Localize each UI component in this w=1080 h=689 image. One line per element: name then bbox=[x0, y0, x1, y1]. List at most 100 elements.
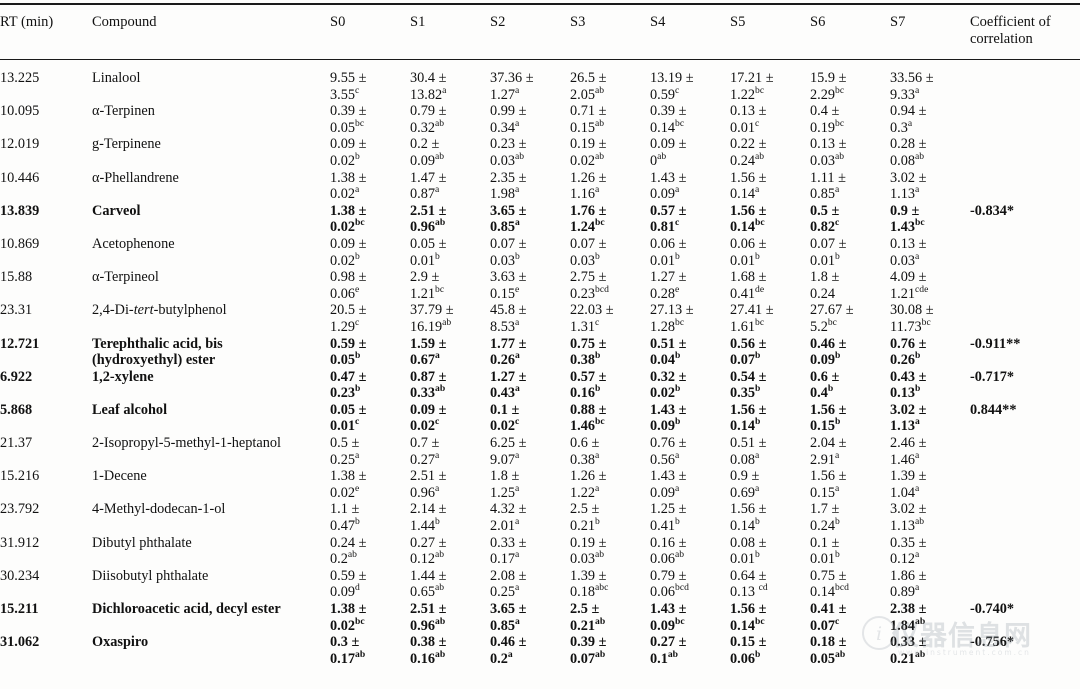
value-mean: 0.1 ± bbox=[490, 401, 520, 418]
value-sd: 0.28e bbox=[650, 283, 680, 302]
cell-s0: 1.38 ±0.02a bbox=[330, 170, 410, 203]
value-mean: 0.06 ± bbox=[650, 235, 687, 252]
significance-letters: ab bbox=[595, 118, 605, 130]
value-mean: 2.14 ± bbox=[410, 501, 447, 518]
value-sd: 0.14b bbox=[730, 516, 760, 535]
value-sd: 0.01b bbox=[810, 549, 840, 568]
value-sd: 0.85a bbox=[490, 615, 520, 634]
cell-s2: 3.65 ±0.85a bbox=[490, 203, 570, 236]
value-sd: 0.09a bbox=[650, 483, 680, 501]
cell-s5: 0.9 ±0.69a bbox=[730, 468, 810, 501]
cell-s5: 1.68 ±0.41de bbox=[730, 269, 810, 302]
table-row: 10.095 α-Terpinen 0.39 ±0.05bc 0.79 ±0.32ab… bbox=[0, 103, 1080, 136]
value-mean: 4.32 ± bbox=[490, 501, 527, 518]
value-mean: 1.56 ± bbox=[810, 468, 847, 485]
cell-rt: 23.792 bbox=[0, 501, 40, 518]
value-sd: 0.02ab bbox=[570, 151, 605, 169]
significance-letters: b bbox=[755, 549, 760, 561]
value-mean: 2.35 ± bbox=[490, 169, 527, 186]
cell-s0: 0.39 ±0.05bc bbox=[330, 103, 410, 136]
cell-s4: 0.79 ±0.06bcd bbox=[650, 568, 730, 601]
value-mean: 0.09 ± bbox=[330, 136, 367, 153]
cell-s2: 0.07 ±0.03b bbox=[490, 236, 570, 269]
cell-s1: 0.87 ±0.33ab bbox=[410, 369, 490, 402]
value-sd: 0.96ab bbox=[410, 217, 446, 236]
value-sd: 0.14bc bbox=[650, 118, 685, 136]
cell-rt: 15.211 bbox=[0, 601, 39, 617]
value-mean: 0.98 ± bbox=[330, 269, 367, 286]
value-mean: 0.13 ± bbox=[730, 103, 767, 120]
cell-s7: 3.02 ±1.13a bbox=[890, 170, 970, 203]
value-mean: 0.9 ± bbox=[730, 468, 760, 485]
cell-coefficient bbox=[970, 535, 1080, 568]
value-sd: 0.15a bbox=[810, 483, 840, 501]
cell-s7: 0.13 ±0.03a bbox=[890, 236, 970, 269]
value-mean: 0.32 ± bbox=[650, 368, 687, 385]
value-sd: 0.26b bbox=[890, 350, 921, 369]
cell-s6: 15.9 ±2.29bc bbox=[810, 60, 890, 104]
value-sd: 0.24 bbox=[810, 285, 836, 302]
table-row: 30.234 Diisobutyl phthalate 0.59 ±0.09d 1.4… bbox=[0, 568, 1080, 601]
cell-s4: 1.43 ±0.09a bbox=[650, 170, 730, 203]
cell-coefficient: -0.756* bbox=[970, 634, 1015, 651]
value-mean: 1.27 ± bbox=[490, 368, 527, 385]
cell-coefficient: 0.844** bbox=[970, 401, 1017, 418]
significance-letters: ab bbox=[435, 649, 446, 661]
value-mean: 0.51 ± bbox=[650, 335, 687, 352]
table-row: 10.869 Acetophenone 0.09 ±0.02b 0.05 ±0.01b… bbox=[0, 236, 1080, 269]
value-mean: 0.88 ± bbox=[570, 401, 607, 418]
value-mean: 27.67 ± bbox=[810, 302, 854, 319]
significance-letters: bc bbox=[355, 615, 365, 627]
value-sd: 0.2ab bbox=[330, 549, 357, 568]
column-header-compound: Compound bbox=[92, 3, 330, 60]
value-sd: 1.84ab bbox=[890, 615, 926, 634]
cell-coefficient bbox=[970, 568, 1080, 601]
significance-letters: cde bbox=[915, 283, 929, 295]
value-mean: 2.51 ± bbox=[410, 468, 447, 485]
cell-s0: 0.5 ±0.25a bbox=[330, 435, 410, 468]
value-sd: 0.35b bbox=[730, 383, 761, 402]
cell-coefficient: -0.911** bbox=[970, 335, 1021, 352]
value-mean: 0.05 ± bbox=[410, 235, 447, 252]
value-mean: 45.8 ± bbox=[490, 302, 527, 319]
value-mean: 6.25 ± bbox=[490, 435, 527, 452]
value-mean: 1.38 ± bbox=[330, 202, 367, 219]
cell-s1: 0.2 ±0.09ab bbox=[410, 136, 490, 169]
cell-rt: 12.721 bbox=[0, 335, 40, 352]
cell-compound: g-Terpinene bbox=[92, 136, 161, 153]
value-sd: 0.09b bbox=[650, 416, 681, 435]
value-mean: 2.04 ± bbox=[810, 435, 847, 452]
cell-rt: 31.912 bbox=[0, 534, 40, 551]
cell-s2: 0.23 ±0.03ab bbox=[490, 136, 570, 169]
significance-letters: a bbox=[755, 483, 760, 495]
value-sd: 0.02bc bbox=[330, 615, 365, 634]
cell-s4: 0.51 ±0.04b bbox=[650, 336, 730, 369]
cell-compound: 4-Methyl-dodecan-1-ol bbox=[92, 501, 226, 518]
value-mean: 2.51 ± bbox=[410, 202, 447, 219]
value-mean: 1.8 ± bbox=[490, 468, 520, 485]
cell-compound: Acetophenone bbox=[92, 235, 175, 252]
value-mean: 1.68 ± bbox=[730, 269, 767, 286]
significance-letters: a bbox=[915, 449, 920, 461]
significance-letters: bcd bbox=[595, 283, 609, 295]
cell-s2: 1.27 ±0.43a bbox=[490, 369, 570, 402]
significance-letters: bc bbox=[595, 416, 605, 428]
value-mean: 0.35 ± bbox=[890, 534, 927, 551]
cell-s5: 27.41 ±1.61bc bbox=[730, 302, 810, 335]
value-sd: 2.01a bbox=[490, 516, 520, 535]
value-sd: 0.23b bbox=[330, 383, 361, 402]
significance-letters: c bbox=[355, 317, 360, 329]
value-sd: 0.05bc bbox=[330, 118, 365, 136]
value-mean: 2.9 ± bbox=[410, 269, 440, 286]
value-sd: 0.09ab bbox=[410, 151, 445, 169]
value-mean: 0.24 ± bbox=[330, 534, 367, 551]
value-sd: 0.01b bbox=[730, 549, 760, 568]
significance-letters: bc bbox=[355, 217, 365, 229]
significance-letters: b bbox=[835, 516, 840, 528]
cell-s3: 0.75 ±0.38b bbox=[570, 336, 650, 369]
value-mean: 0.28 ± bbox=[890, 136, 927, 153]
cell-s6: 1.8 ±0.24 bbox=[810, 269, 890, 302]
significance-letters: a bbox=[515, 350, 520, 362]
value-sd: 1.21cde bbox=[890, 283, 929, 302]
value-mean: 2.51 ± bbox=[410, 601, 447, 617]
